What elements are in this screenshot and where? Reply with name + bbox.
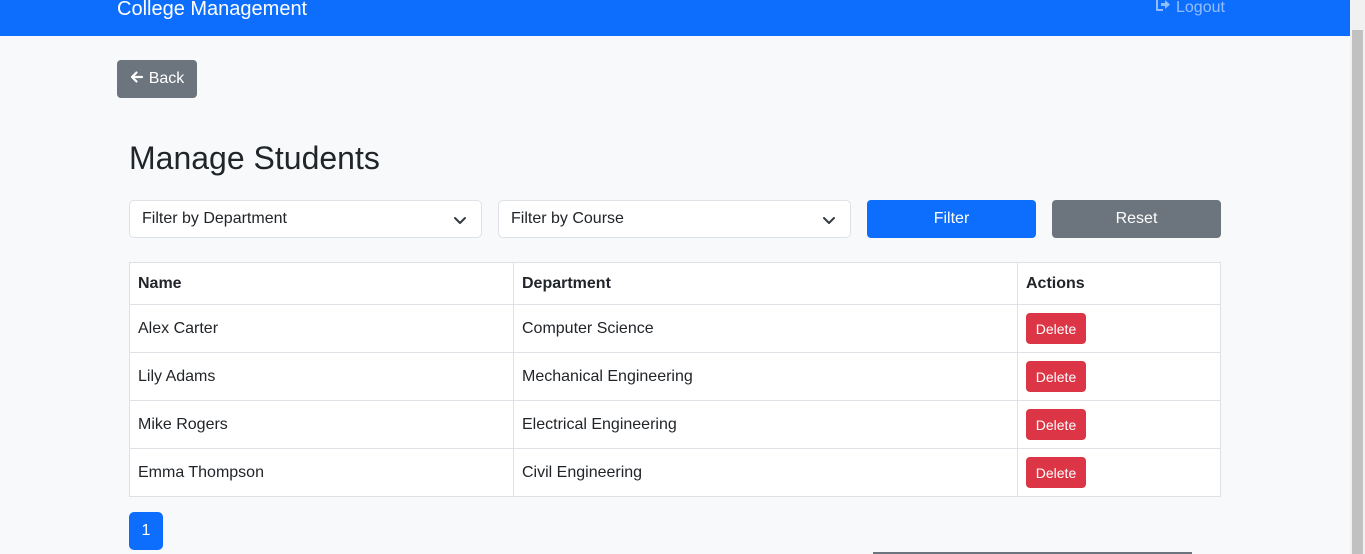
delete-button[interactable]: Delete <box>1026 313 1086 344</box>
page-title: Manage Students <box>129 140 380 176</box>
logout-link[interactable]: Logout <box>1155 0 1225 20</box>
chevron-down-icon <box>823 217 835 224</box>
student-name: Mike Rogers <box>129 400 514 449</box>
student-department: Electrical Engineering <box>513 400 1018 449</box>
delete-button[interactable]: Delete <box>1026 457 1086 488</box>
student-department: Computer Science <box>513 304 1018 353</box>
arrow-left-icon <box>130 70 144 89</box>
back-label: Back <box>148 70 185 87</box>
header-name: Name <box>129 262 514 305</box>
header-department: Department <box>513 262 1018 305</box>
table-row: Emma Thompson Civil Engineering Delete <box>129 448 1221 497</box>
actions-cell: Delete <box>1017 400 1221 449</box>
students-table: Name Department Actions Alex Carter Comp… <box>129 262 1221 497</box>
filter-button[interactable]: Filter <box>867 200 1036 238</box>
actions-cell: Delete <box>1017 304 1221 353</box>
student-name: Lily Adams <box>129 352 514 401</box>
course-filter-select[interactable]: Filter by Course <box>498 200 851 238</box>
reset-button[interactable]: Reset <box>1052 200 1221 238</box>
scrollbar-thumb[interactable] <box>1352 30 1363 554</box>
actions-cell: Delete <box>1017 352 1221 401</box>
student-department: Civil Engineering <box>513 448 1018 497</box>
sign-out-icon <box>1155 0 1172 20</box>
course-filter-value: Filter by Course <box>511 210 624 227</box>
top-navbar: College Management Logout <box>0 0 1350 36</box>
chevron-down-icon <box>454 217 466 224</box>
actions-cell: Delete <box>1017 448 1221 497</box>
student-department: Mechanical Engineering <box>513 352 1018 401</box>
header-actions: Actions <box>1017 262 1221 305</box>
brand-title[interactable]: College Management <box>117 0 307 22</box>
table-row: Mike Rogers Electrical Engineering Delet… <box>129 400 1221 449</box>
department-filter-select[interactable]: Filter by Department <box>129 200 482 238</box>
logout-label: Logout <box>1176 0 1225 16</box>
delete-button[interactable]: Delete <box>1026 361 1086 392</box>
pagination-page-button[interactable]: 1 <box>129 512 163 550</box>
student-name: Emma Thompson <box>129 448 514 497</box>
student-name: Alex Carter <box>129 304 514 353</box>
table-row: Alex Carter Computer Science Delete <box>129 304 1221 353</box>
delete-button[interactable]: Delete <box>1026 409 1086 440</box>
vertical-scrollbar[interactable] <box>1350 0 1365 554</box>
department-filter-value: Filter by Department <box>142 210 287 227</box>
table-header-row: Name Department Actions <box>129 262 1221 305</box>
table-row: Lily Adams Mechanical Engineering Delete <box>129 352 1221 401</box>
back-button[interactable]: Back <box>117 60 197 98</box>
